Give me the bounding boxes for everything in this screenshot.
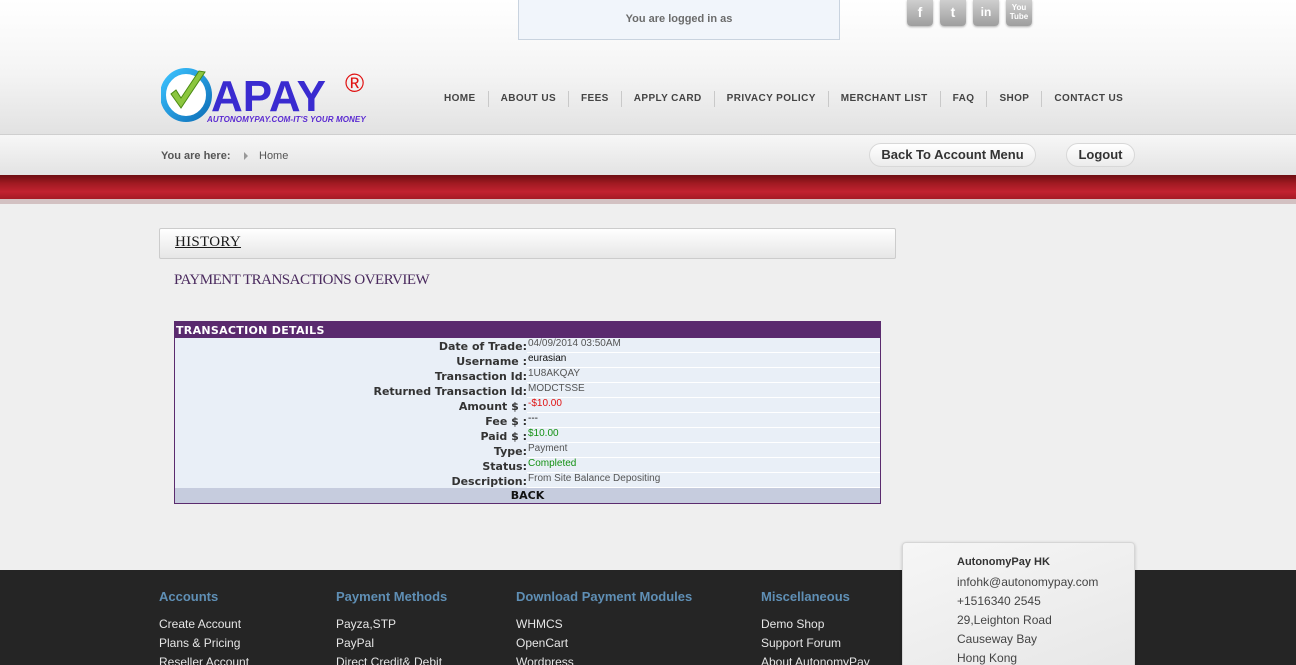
main-nav: HOME ABOUT US FEES APPLY CARD PRIVACY PO… (434, 91, 1135, 107)
logout-button[interactable]: Logout (1066, 143, 1135, 167)
table-row: Paid $ : $10.00 (175, 428, 880, 443)
row-value: 1U8AKQAY (527, 368, 880, 383)
footer-link[interactable]: OpenCart (516, 636, 568, 650)
footer-link[interactable]: PayPal (336, 636, 374, 650)
nav-merchant-list[interactable]: MERCHANT LIST (827, 91, 940, 107)
footer-link[interactable]: Wordpress (516, 655, 574, 665)
table-header: TRANSACTION DETAILS (175, 322, 880, 338)
contact-address-line: Causeway Bay (957, 632, 1038, 646)
table-row: Date of Trade: 04/09/2014 03:50AM (175, 338, 880, 353)
row-label: Status: (482, 460, 527, 473)
row-label: Returned Transaction Id: (373, 385, 527, 398)
footer-heading-payment-methods: Payment Methods (336, 589, 448, 604)
contact-email[interactable]: infohk@autonomypay.com (957, 575, 1098, 589)
footer-link[interactable]: Create Account (159, 617, 241, 631)
table-row: Transaction Id: 1U8AKQAY (175, 368, 880, 383)
footer-link[interactable]: Demo Shop (761, 617, 824, 631)
youtube-icon[interactable]: You Tube (1006, 0, 1032, 26)
linkedin-glyph: in (980, 5, 992, 19)
breadcrumb-arrow-icon (244, 152, 248, 160)
footer-link[interactable]: Reseller Account (159, 655, 249, 665)
registered-mark: ® (345, 68, 364, 98)
twitter-icon[interactable]: t (940, 0, 966, 26)
breadcrumb-home[interactable]: Home (259, 150, 288, 162)
table-row: Type: Payment (175, 443, 880, 458)
back-button[interactable]: BACK (175, 488, 880, 503)
row-value: MODCTSSE (527, 383, 880, 398)
row-value: -$10.00 (527, 398, 880, 413)
twitter-glyph: t (950, 4, 956, 20)
table-row: Status: Completed (175, 458, 880, 473)
table-row: Fee $ : --- (175, 413, 880, 428)
table-row: Returned Transaction Id: MODCTSSE (175, 383, 880, 398)
footer-heading-miscellaneous: Miscellaneous (761, 589, 850, 604)
transaction-details-table: TRANSACTION DETAILS Date of Trade: 04/09… (174, 321, 881, 504)
nav-shop[interactable]: SHOP (986, 91, 1041, 107)
linkedin-icon[interactable]: in (973, 0, 999, 26)
footer-link[interactable]: About AutonomyPay (761, 655, 870, 665)
contact-title: AutonomyPay HK (957, 556, 1050, 568)
row-label: Paid $ : (480, 430, 527, 443)
footer-link[interactable]: Plans & Pricing (159, 636, 240, 650)
logo-tagline: AUTONOMYPAY.COM-IT'S YOUR MONEY (207, 115, 366, 124)
facebook-icon[interactable]: f (907, 0, 933, 26)
nav-apply-card[interactable]: APPLY CARD (620, 91, 714, 107)
facebook-glyph: f (917, 4, 923, 20)
contact-address-line: Hong Kong (957, 651, 1018, 665)
row-value: Completed (527, 458, 880, 473)
row-value: From Site Balance Depositing (527, 473, 880, 488)
row-label: Date of Trade: (438, 340, 527, 353)
contact-address-line: 29,Leighton Road (957, 613, 1052, 627)
red-band (0, 175, 1296, 199)
back-to-account-menu-button[interactable]: Back To Account Menu (869, 143, 1036, 167)
red-band-divider (0, 199, 1296, 204)
footer-link[interactable]: Payza,STP (336, 617, 396, 631)
row-label: Type: (493, 445, 527, 458)
nav-faq[interactable]: FAQ (939, 91, 987, 107)
table-row: Description: From Site Balance Depositin… (175, 473, 880, 488)
page-title: HISTORY (175, 234, 242, 250)
footer-link[interactable]: WHMCS (516, 617, 563, 631)
section-subtitle: PAYMENT TRANSACTIONS OVERVIEW (174, 272, 430, 288)
nav-home[interactable]: HOME (434, 91, 488, 107)
row-label: Amount $ : (458, 400, 527, 413)
row-value: Payment (527, 443, 880, 458)
login-status: You are logged in as (518, 0, 840, 40)
nav-privacy-policy[interactable]: PRIVACY POLICY (713, 91, 828, 107)
nav-contact-us[interactable]: CONTACT US (1041, 91, 1135, 107)
row-label: Fee $ : (485, 415, 527, 428)
table-row: Amount $ : -$10.00 (175, 398, 880, 413)
table-row: Username : eurasian (175, 353, 880, 368)
footer-heading-download-modules: Download Payment Modules (516, 589, 693, 604)
breadcrumb-label: You are here: (161, 150, 231, 162)
nav-about-us[interactable]: ABOUT US (487, 91, 568, 107)
contact-phone: +1516340 2545 (957, 594, 1041, 608)
row-value: 04/09/2014 03:50AM (527, 338, 880, 353)
nav-fees[interactable]: FEES (568, 91, 621, 107)
history-bar (159, 228, 896, 259)
footer-link[interactable]: Support Forum (761, 636, 841, 650)
row-value: $10.00 (527, 428, 880, 443)
row-label: Username : (456, 355, 527, 368)
footer-heading-accounts: Accounts (159, 589, 219, 604)
row-value: --- (527, 413, 880, 428)
row-value: eurasian (527, 353, 880, 368)
logo-wordmark: APAY (211, 72, 326, 121)
row-label: Description: (451, 475, 527, 488)
youtube-glyph: You Tube (1009, 3, 1029, 21)
row-label: Transaction Id: (434, 370, 527, 383)
footer-link[interactable]: Direct Credit& Debit (336, 655, 442, 665)
